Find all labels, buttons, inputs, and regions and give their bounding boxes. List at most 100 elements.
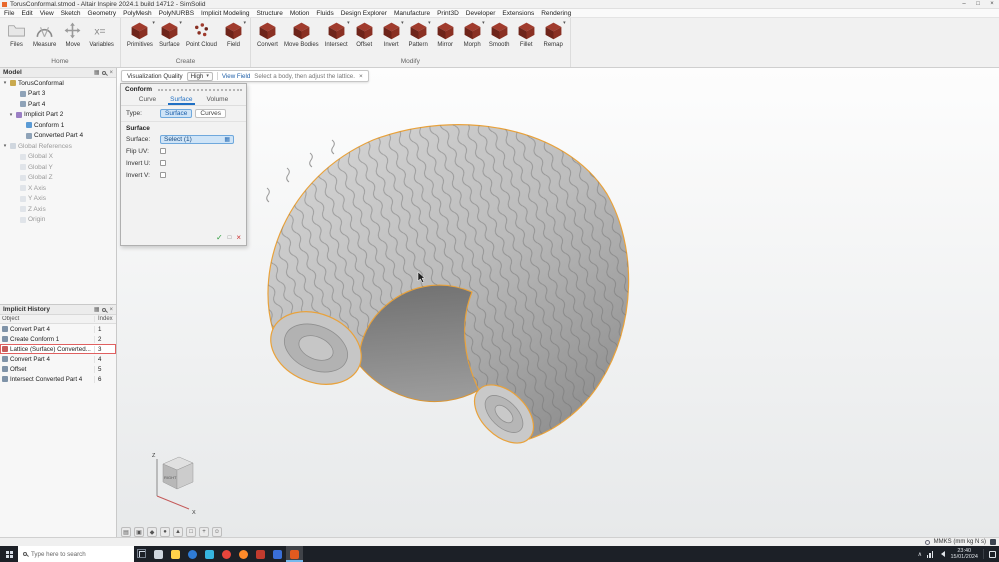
- cancel-button[interactable]: ×: [236, 233, 241, 242]
- model-tree-item[interactable]: Global X: [0, 152, 116, 163]
- conform-tab[interactable]: Surface: [168, 95, 194, 105]
- viewport-tool-icon[interactable]: ◆: [147, 527, 157, 537]
- taskbar-app-icon[interactable]: [150, 546, 167, 562]
- model-tree-item[interactable]: Global Z: [0, 173, 116, 184]
- model-tree-item[interactable]: Global Y: [0, 162, 116, 173]
- ribbon-tool-button[interactable]: ▾ Point Cloud: [183, 19, 220, 58]
- menu-item[interactable]: Motion: [290, 10, 310, 17]
- visualization-quality-dropdown[interactable]: High ▾: [187, 72, 213, 81]
- menu-item[interactable]: Sketch: [61, 10, 81, 17]
- taskbar-app-icon[interactable]: [286, 546, 303, 562]
- ribbon-tool-button[interactable]: ▾ Convert: [254, 19, 281, 58]
- tool-dropdown-arrow-icon[interactable]: ▾: [179, 20, 182, 26]
- viewport-tool-icon[interactable]: ▲: [173, 527, 183, 537]
- invert-v-checkbox[interactable]: [160, 172, 166, 178]
- history-column-object[interactable]: Object: [2, 316, 94, 322]
- expander-icon[interactable]: ▾: [2, 143, 8, 149]
- close-button[interactable]: ×: [985, 1, 999, 7]
- model-tree-item[interactable]: Origin: [0, 215, 116, 226]
- type-curves-button[interactable]: Curves: [195, 109, 226, 118]
- volume-icon[interactable]: [938, 551, 945, 557]
- view-field-button[interactable]: View Field: [222, 73, 250, 80]
- ribbon-tool-button[interactable]: ▾ Fillet: [513, 19, 540, 58]
- taskbar-app-icon[interactable]: [201, 546, 218, 562]
- expander-icon[interactable]: ▾: [2, 80, 8, 86]
- ribbon-tool-button[interactable]: ▾ Move Bodies: [281, 19, 322, 58]
- panel-search-icon[interactable]: [102, 71, 106, 75]
- menu-item[interactable]: Extensions: [502, 10, 534, 17]
- menu-item[interactable]: Fluids: [316, 10, 333, 17]
- ribbon-tool-button[interactable]: ▾ Field: [220, 19, 247, 58]
- viewport-tool-icon[interactable]: □: [186, 527, 196, 537]
- taskbar-app-icon[interactable]: [218, 546, 235, 562]
- viewport-tool-icon[interactable]: ●: [160, 527, 170, 537]
- menu-item[interactable]: Structure: [256, 10, 282, 17]
- menu-item[interactable]: File: [4, 10, 14, 17]
- viewport-3d[interactable]: Z X RIGHT: [117, 68, 999, 537]
- menu-item[interactable]: PolyMesh: [123, 10, 152, 17]
- menu-item[interactable]: PolyNURBS: [159, 10, 194, 17]
- start-button[interactable]: [0, 546, 18, 562]
- history-row[interactable]: Offset 5: [0, 364, 116, 374]
- tool-dropdown-arrow-icon[interactable]: ▾: [482, 20, 485, 26]
- model-tree-item[interactable]: Part 3: [0, 89, 116, 100]
- model-tree-item[interactable]: Z Axis: [0, 204, 116, 215]
- viewport-tool-icon[interactable]: +: [199, 527, 209, 537]
- menu-item[interactable]: Implicit Modeling: [201, 10, 249, 17]
- ribbon-tool-button[interactable]: ▾ Variables: [86, 19, 117, 58]
- model-tree-item[interactable]: ▾ Global References: [0, 141, 116, 152]
- conform-tab[interactable]: Curve: [137, 95, 158, 105]
- menu-item[interactable]: Print3D: [437, 10, 459, 17]
- ribbon-tool-button[interactable]: ▾ Intersect: [322, 19, 351, 58]
- ribbon-tool-button[interactable]: ▾ Pattern: [405, 19, 432, 58]
- task-view-button[interactable]: [134, 546, 150, 562]
- apply-button[interactable]: ✓: [216, 233, 223, 242]
- notifications-icon[interactable]: [989, 551, 996, 558]
- history-column-index[interactable]: Index: [94, 316, 114, 322]
- taskbar-app-icon[interactable]: [184, 546, 201, 562]
- surface-select-dropdown[interactable]: Select (1) ▦: [160, 135, 234, 144]
- maximize-button[interactable]: □: [971, 1, 985, 7]
- model-tree-item[interactable]: X Axis: [0, 183, 116, 194]
- conform-dialog-header[interactable]: Conform: [121, 84, 246, 95]
- minimize-button[interactable]: –: [957, 1, 971, 7]
- history-row[interactable]: Convert Part 4 1: [0, 324, 116, 334]
- panel-grid-icon[interactable]: ▦: [94, 306, 100, 313]
- tool-dropdown-arrow-icon[interactable]: ▾: [243, 20, 246, 26]
- history-row[interactable]: Create Conform 1 2: [0, 334, 116, 344]
- panel-close-icon[interactable]: ×: [109, 70, 113, 76]
- ribbon-tool-button[interactable]: ▾ Mirror: [432, 19, 459, 58]
- model-tree-item[interactable]: Y Axis: [0, 194, 116, 205]
- model-tree-item[interactable]: ▾ Implicit Part 2: [0, 110, 116, 121]
- ribbon-tool-button[interactable]: ▾ Offset: [351, 19, 378, 58]
- hint-close-icon[interactable]: ×: [359, 73, 363, 80]
- menu-item[interactable]: Developer: [466, 10, 496, 17]
- menu-item[interactable]: Manufacture: [394, 10, 430, 17]
- menu-item[interactable]: Design Explorer: [341, 10, 387, 17]
- taskbar-app-icon[interactable]: [235, 546, 252, 562]
- ribbon-tool-button[interactable]: ▾ Smooth: [486, 19, 513, 58]
- tray-expand-icon[interactable]: ∧: [918, 551, 922, 558]
- ribbon-tool-button[interactable]: ▾ Files: [3, 19, 30, 58]
- network-icon[interactable]: [927, 551, 934, 558]
- model-tree-item[interactable]: Part 4: [0, 99, 116, 110]
- invert-u-checkbox[interactable]: [160, 160, 166, 166]
- taskbar-search[interactable]: Type here to search: [18, 546, 134, 562]
- tool-dropdown-arrow-icon[interactable]: ▾: [401, 20, 404, 26]
- viewport-tool-icon[interactable]: ▤: [121, 527, 131, 537]
- options-icon[interactable]: □: [228, 235, 232, 241]
- tool-dropdown-arrow-icon[interactable]: ▾: [347, 20, 350, 26]
- flip-uv-checkbox[interactable]: [160, 148, 166, 154]
- history-row[interactable]: Convert Part 4 4: [0, 354, 116, 364]
- view-cube-face-label[interactable]: RIGHT: [164, 475, 177, 480]
- menu-item[interactable]: Geometry: [88, 10, 117, 17]
- taskbar-clock[interactable]: 23:40 15/01/2024: [950, 548, 978, 561]
- ribbon-tool-button[interactable]: ▾ Remap: [540, 19, 567, 58]
- ribbon-tool-button[interactable]: ▾ Invert: [378, 19, 405, 58]
- viewport-tool-icon[interactable]: ▣: [134, 527, 144, 537]
- menu-item[interactable]: Edit: [21, 10, 32, 17]
- taskbar-app-icon[interactable]: [252, 546, 269, 562]
- units-label[interactable]: MMKS (mm kg N s): [934, 539, 986, 545]
- drag-grip[interactable]: [158, 89, 242, 91]
- menu-item[interactable]: Rendering: [541, 10, 571, 17]
